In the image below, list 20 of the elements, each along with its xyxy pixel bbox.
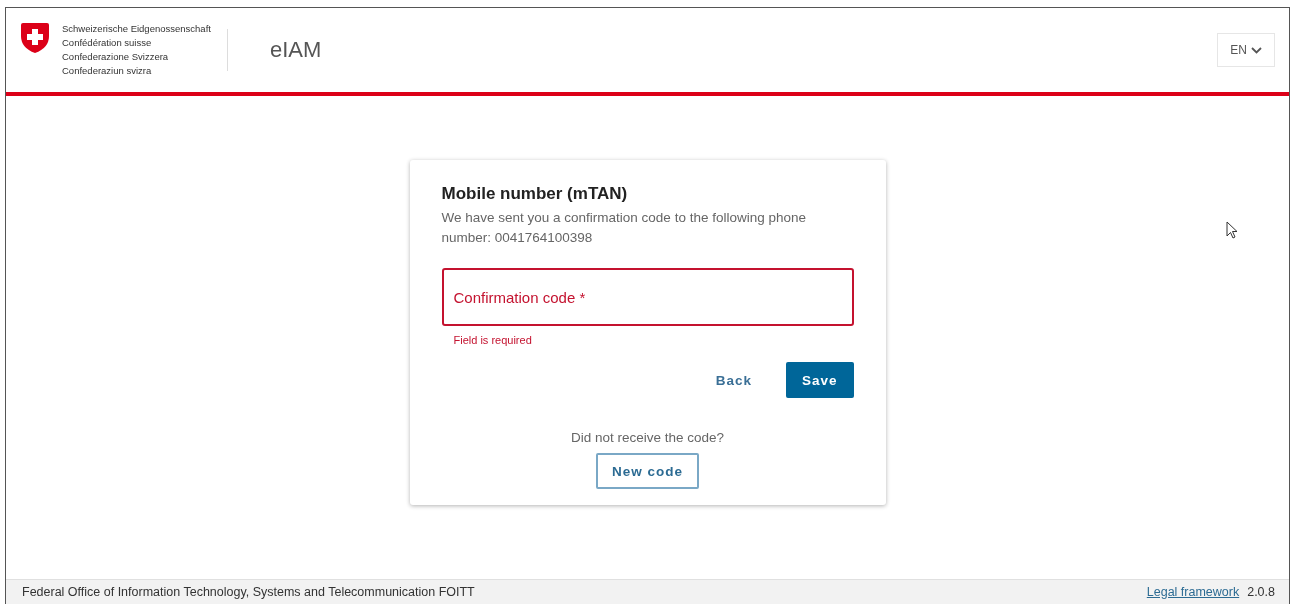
chevron-down-icon [1251,46,1262,54]
app-title: eIAM [269,37,323,63]
resend-prompt: Did not receive the code? [570,430,725,445]
org-name-line: Confederaziun svizra [62,64,153,78]
office-name: Federal Office of Information Technology, Systems and Telecommunication FOITT [22,585,476,599]
confirmation-code-field[interactable]: Confirmation code * [441,268,854,326]
org-name-line: Confédération suisse [62,36,153,50]
save-button[interactable]: Save [785,362,854,398]
version-label: 2.0.8 [1247,585,1275,599]
mouse-cursor-icon [1226,221,1238,239]
card-title: Mobile number (mTAN) [441,184,629,204]
language-selector[interactable]: EN [1217,33,1275,67]
org-name-line: Confederazione Svizzera [62,50,170,64]
legal-framework-link[interactable]: Legal framework [1146,585,1240,599]
org-name-line: Schweizerische Eidgenossenschaft [62,22,211,36]
new-code-button[interactable]: New code [596,453,699,489]
back-link-button[interactable]: Back [715,364,752,396]
swiss-shield-icon [20,22,50,54]
error-message: Field is required [453,334,533,346]
message-text: We have sent you a confirmation code to the following phone number: 0041764100398 [441,209,807,247]
